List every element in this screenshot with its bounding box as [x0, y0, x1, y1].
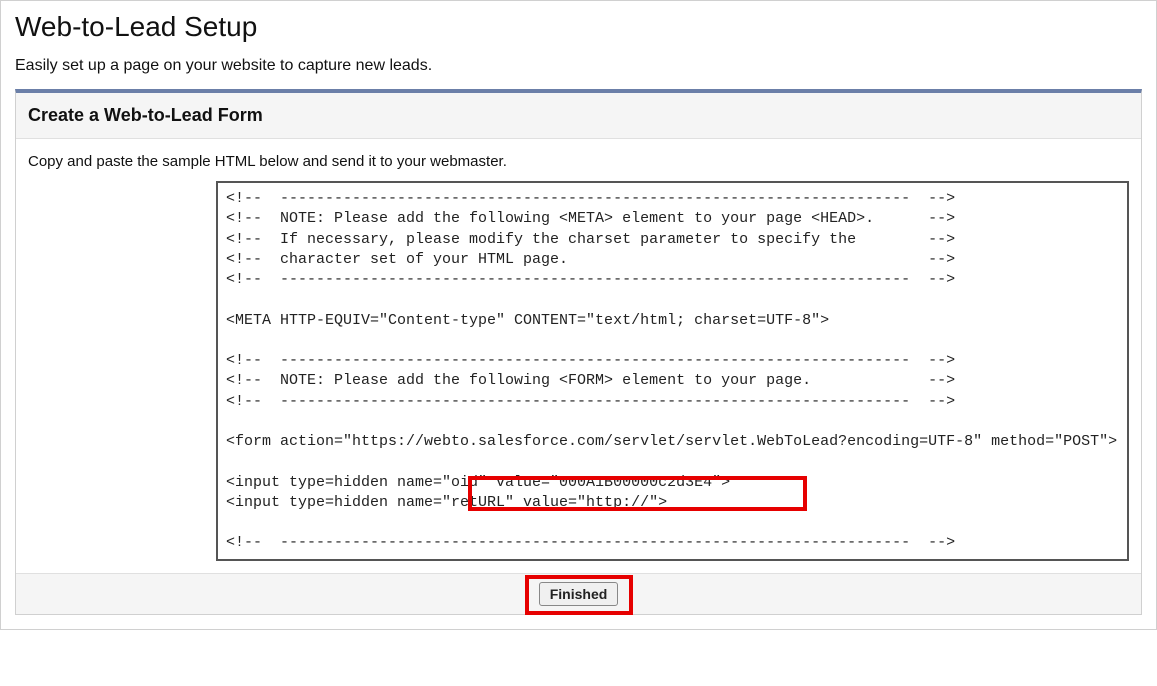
panel-instruction-row: Copy and paste the sample HTML below and…	[16, 139, 1141, 181]
finished-button[interactable]: Finished	[539, 582, 619, 606]
panel-title: Create a Web-to-Lead Form	[28, 105, 1129, 126]
page-title: Web-to-Lead Setup	[15, 11, 1142, 43]
page-header: Web-to-Lead Setup Easily set up a page o…	[1, 1, 1156, 89]
panel-header: Create a Web-to-Lead Form	[16, 93, 1141, 139]
instruction-text: Copy and paste the sample HTML below and…	[28, 153, 507, 170]
form-panel: Create a Web-to-Lead Form Copy and paste…	[15, 89, 1142, 615]
page-container: Web-to-Lead Setup Easily set up a page o…	[0, 0, 1157, 630]
generated-html-code[interactable]	[216, 181, 1129, 561]
panel-footer: Finished	[16, 573, 1141, 614]
page-subtitle: Easily set up a page on your website to …	[15, 57, 1142, 75]
code-wrapper	[216, 181, 1129, 561]
